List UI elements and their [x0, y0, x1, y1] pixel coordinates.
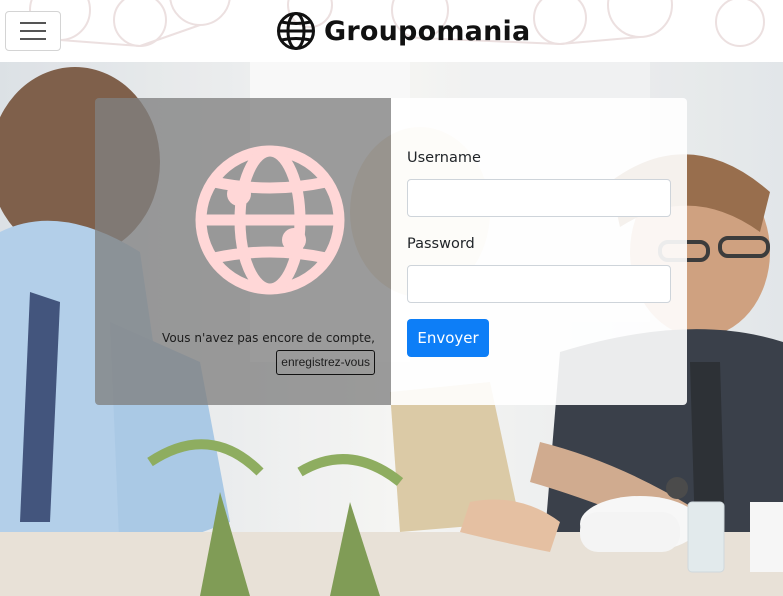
login-card: Vous n'avez pas encore de compte, enregi… [95, 98, 687, 405]
globe-icon [277, 12, 315, 50]
brand-link[interactable]: Groupomania [276, 11, 530, 51]
hamburger-menu-icon [20, 22, 46, 24]
username-input[interactable] [407, 179, 671, 217]
brand-name: Groupomania [324, 15, 531, 47]
username-label: Username [407, 150, 481, 166]
no-account-text: Vous n'avez pas encore de compte, [162, 331, 375, 345]
navbar: Groupomania [0, 0, 783, 62]
register-link[interactable]: enregistrez-vous [276, 350, 375, 375]
password-input[interactable] [407, 265, 671, 303]
login-card-left-panel: Vous n'avez pas encore de compte, enregi… [95, 98, 391, 405]
menu-toggle-button[interactable] [5, 11, 61, 51]
globe-icon [195, 145, 345, 295]
submit-button[interactable]: Envoyer [407, 319, 489, 357]
login-form: Username Password Envoyer [391, 98, 687, 405]
password-label: Password [407, 236, 475, 252]
